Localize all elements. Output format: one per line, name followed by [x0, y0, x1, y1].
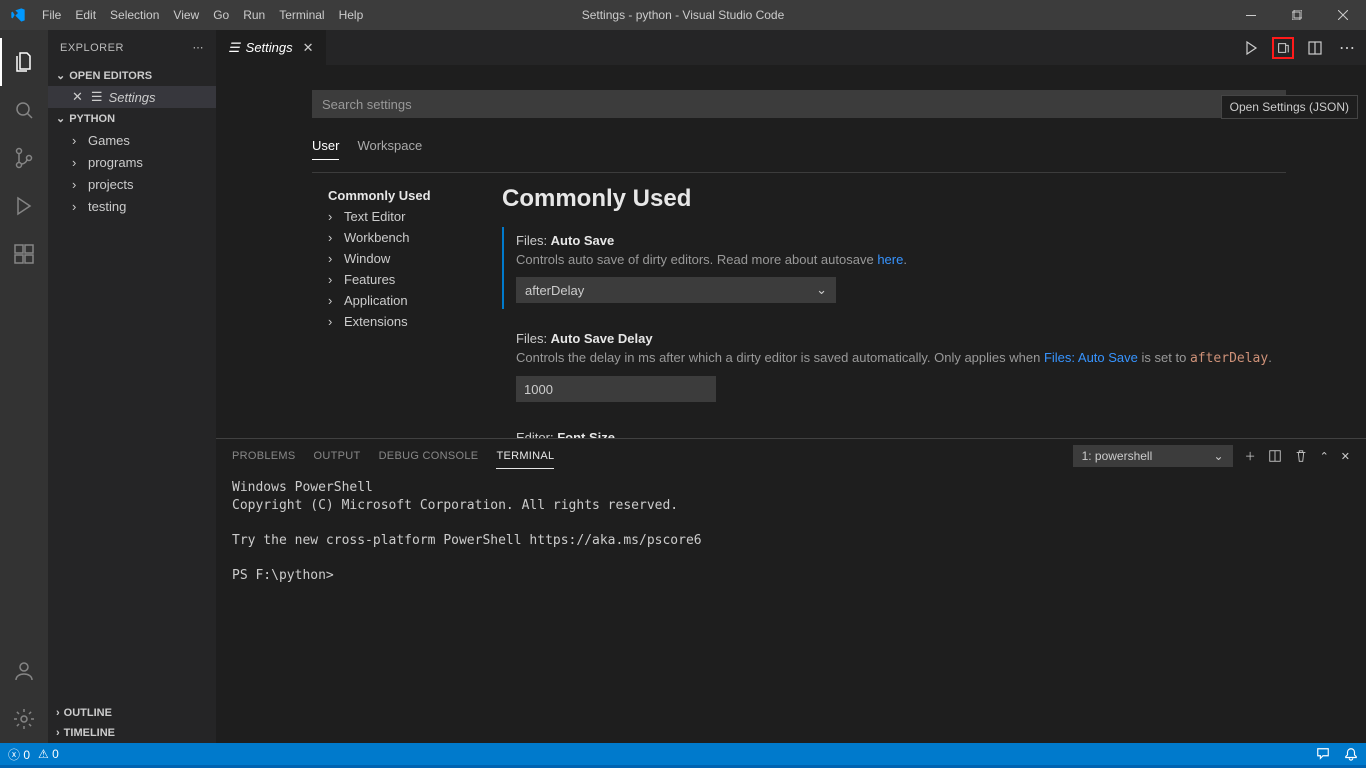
menu-help[interactable]: Help: [332, 0, 371, 30]
menu-go[interactable]: Go: [206, 0, 236, 30]
explorer-icon[interactable]: [0, 38, 48, 86]
scope-workspace[interactable]: Workspace: [357, 132, 422, 160]
setting-auto-save: Files: Auto Save Controls auto save of d…: [502, 227, 1286, 309]
folder-testing[interactable]: ›testing: [48, 195, 216, 217]
gear-icon: ☰: [228, 40, 240, 56]
menu-bar: File Edit Selection View Go Run Terminal…: [35, 0, 370, 30]
outline-section[interactable]: ›OUTLINE: [48, 703, 216, 723]
maximize-button[interactable]: [1274, 0, 1320, 30]
explorer-sidebar: EXPLORER ⋯ ⌄OPEN EDITORS ✕ ☰ Settings ⌄P…: [48, 30, 216, 743]
activity-bar: [0, 30, 48, 743]
scope-user[interactable]: User: [312, 132, 339, 160]
folder-root[interactable]: ⌄PYTHON: [48, 108, 216, 129]
run-icon[interactable]: [1240, 37, 1262, 59]
title-bar: File Edit Selection View Go Run Terminal…: [0, 0, 1366, 30]
search-settings-input[interactable]: [312, 90, 1286, 118]
panel-tab-debug[interactable]: DEBUG CONSOLE: [379, 450, 479, 462]
explorer-more-icon[interactable]: ⋯: [193, 41, 205, 54]
auto-save-delay-input[interactable]: [516, 376, 716, 402]
split-terminal-icon[interactable]: [1268, 449, 1282, 463]
open-editors-section[interactable]: ⌄OPEN EDITORS: [48, 65, 216, 86]
accounts-icon[interactable]: [0, 647, 48, 695]
source-control-icon[interactable]: [0, 134, 48, 182]
minimize-button[interactable]: [1228, 0, 1274, 30]
settings-gear-icon[interactable]: [0, 695, 48, 743]
new-terminal-icon[interactable]: ＋: [1245, 448, 1256, 464]
explorer-title: EXPLORER: [60, 42, 124, 54]
feedback-icon[interactable]: [1316, 747, 1330, 761]
toc-commonly-used[interactable]: Commonly Used: [312, 185, 492, 206]
status-warnings[interactable]: ⚠ 0: [38, 747, 59, 761]
status-bar: ⓧ 0 ⚠ 0: [0, 743, 1366, 765]
vscode-logo-icon: [0, 7, 35, 23]
folder-games[interactable]: ›Games: [48, 129, 216, 151]
more-actions-icon[interactable]: ⋯: [1336, 37, 1358, 59]
menu-terminal[interactable]: Terminal: [272, 0, 331, 30]
toc-text-editor[interactable]: ›Text Editor: [312, 206, 492, 227]
close-button[interactable]: [1320, 0, 1366, 30]
chevron-down-icon: ⌄: [1214, 449, 1224, 463]
toc-window[interactable]: ›Window: [312, 248, 492, 269]
panel-tab-terminal[interactable]: TERMINAL: [496, 450, 554, 469]
toc-features[interactable]: ›Features: [312, 269, 492, 290]
setting-auto-save-delay: Files: Auto Save Delay Controls the dela…: [502, 325, 1286, 408]
timeline-section[interactable]: ›TIMELINE: [48, 723, 216, 743]
folder-programs[interactable]: ›programs: [48, 151, 216, 173]
settings-toc: Commonly Used ›Text Editor ›Workbench ›W…: [312, 185, 492, 438]
terminal-select[interactable]: 1: powershell⌄: [1073, 445, 1233, 467]
close-editor-icon[interactable]: ✕: [72, 89, 83, 105]
toc-extensions[interactable]: ›Extensions: [312, 311, 492, 332]
settings-heading: Commonly Used: [502, 185, 1286, 213]
terminal-output[interactable]: Windows PowerShell Copyright (C) Microso…: [216, 473, 1366, 590]
menu-edit[interactable]: Edit: [68, 0, 103, 30]
chevron-down-icon: ⌄: [816, 282, 827, 298]
tooltip-open-settings-json: Open Settings (JSON): [1221, 95, 1358, 119]
menu-run[interactable]: Run: [236, 0, 272, 30]
split-editor-icon[interactable]: [1304, 37, 1326, 59]
tab-bar: ☰ Settings ✕ ⋯: [216, 30, 1366, 65]
auto-save-select[interactable]: afterDelay ⌄: [516, 277, 836, 303]
toc-workbench[interactable]: ›Workbench: [312, 227, 492, 248]
notifications-icon[interactable]: [1344, 747, 1358, 761]
kill-terminal-icon[interactable]: [1294, 449, 1308, 463]
bottom-panel: PROBLEMS OUTPUT DEBUG CONSOLE TERMINAL 1…: [216, 438, 1366, 743]
folder-projects[interactable]: ›projects: [48, 173, 216, 195]
toc-application[interactable]: ›Application: [312, 290, 492, 311]
auto-save-link[interactable]: Files: Auto Save: [1044, 350, 1138, 365]
open-editor-settings[interactable]: ✕ ☰ Settings: [48, 86, 216, 108]
run-debug-icon[interactable]: [0, 182, 48, 230]
menu-view[interactable]: View: [166, 0, 206, 30]
status-errors[interactable]: ⓧ 0: [8, 746, 30, 763]
open-settings-json-icon[interactable]: [1272, 37, 1294, 59]
gear-icon: ☰: [91, 89, 103, 105]
extensions-icon[interactable]: [0, 230, 48, 278]
menu-file[interactable]: File: [35, 0, 68, 30]
menu-selection[interactable]: Selection: [103, 0, 166, 30]
panel-tab-problems[interactable]: PROBLEMS: [232, 450, 296, 462]
window-title: Settings - python - Visual Studio Code: [582, 8, 785, 22]
tab-settings[interactable]: ☰ Settings ✕: [216, 30, 326, 65]
autosave-doc-link[interactable]: here: [877, 252, 903, 267]
panel-tab-output[interactable]: OUTPUT: [314, 450, 361, 462]
close-tab-icon[interactable]: ✕: [303, 40, 314, 56]
close-panel-icon[interactable]: ✕: [1341, 450, 1350, 463]
search-icon[interactable]: [0, 86, 48, 134]
maximize-panel-icon[interactable]: ⌃: [1320, 450, 1329, 463]
setting-font-size: Editor: Font Size: [502, 424, 1286, 438]
